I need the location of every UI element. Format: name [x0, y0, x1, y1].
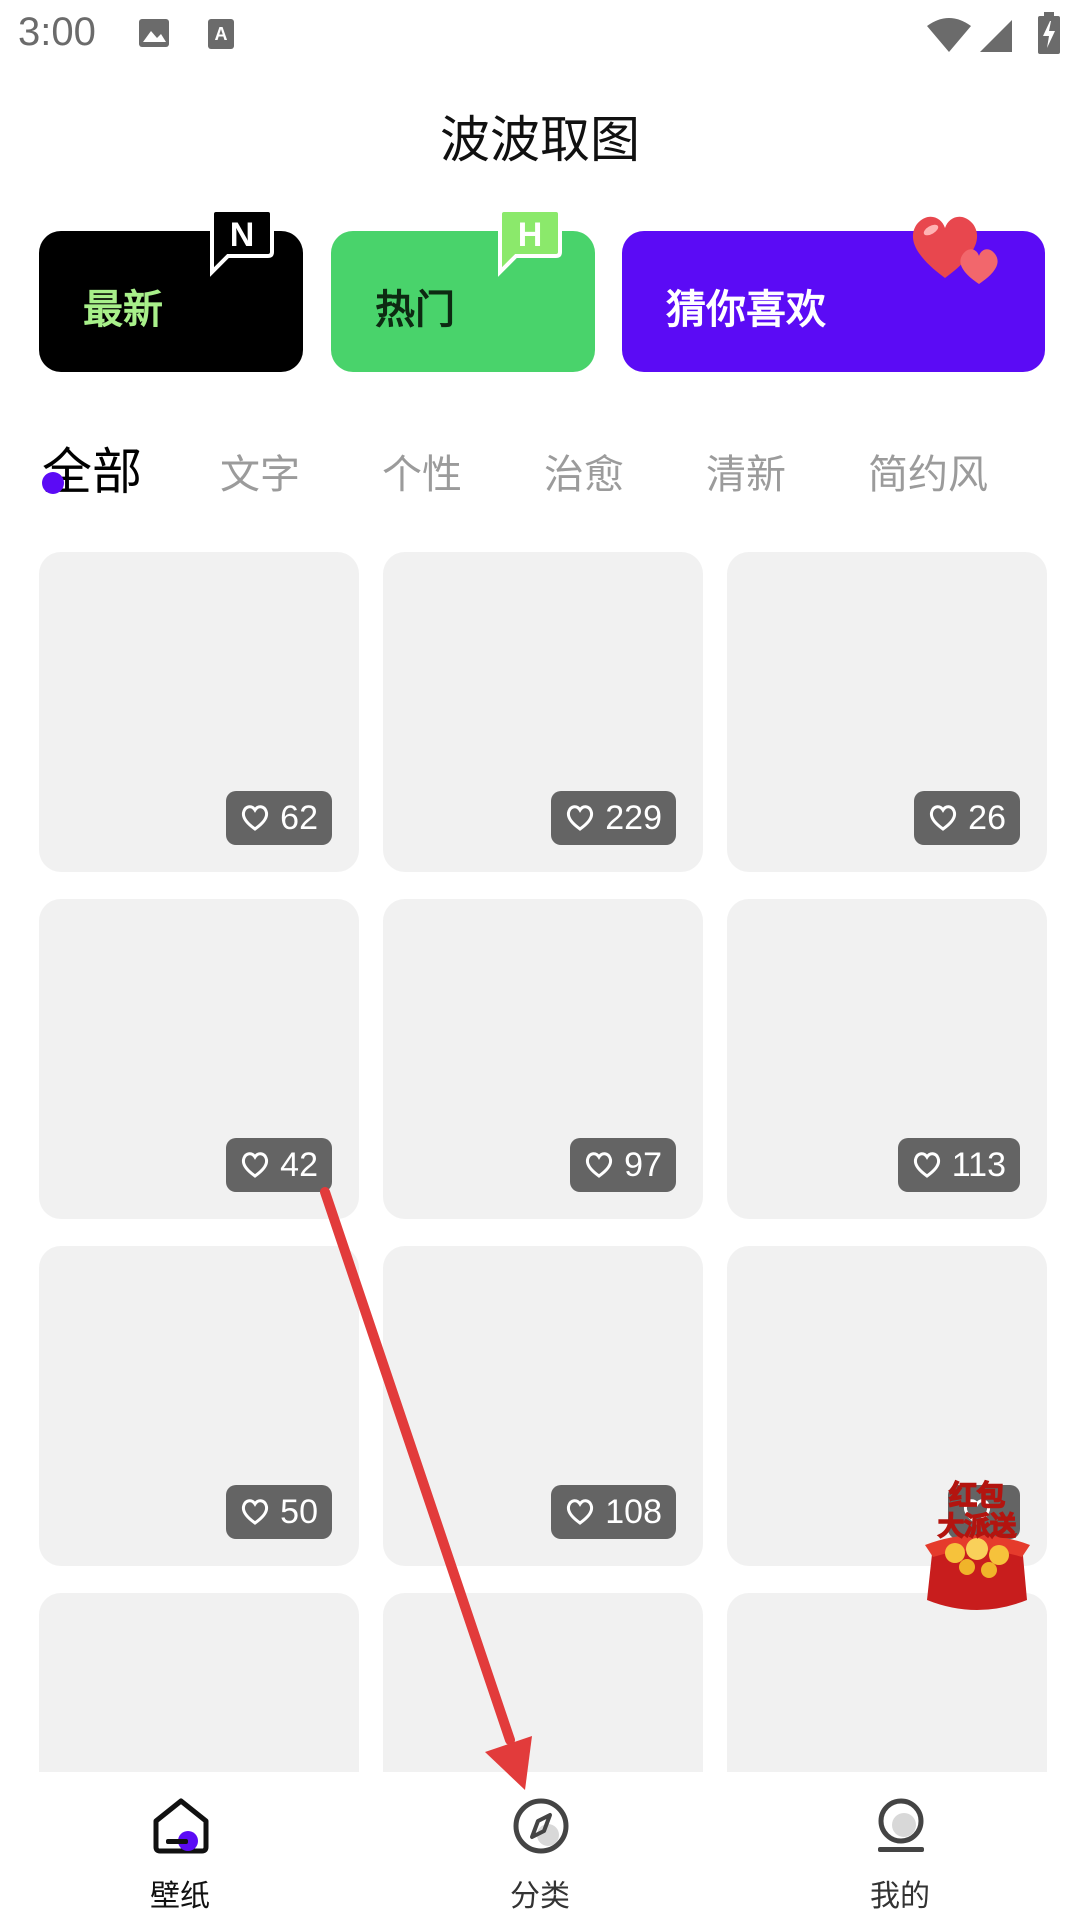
active-tab-indicator	[42, 472, 64, 494]
nav-wallpaper-label: 壁纸	[150, 1879, 210, 1914]
like-count[interactable]: 97	[570, 1138, 676, 1192]
like-count-value: 229	[605, 798, 662, 837]
nav-mine-label: 我的	[870, 1879, 930, 1914]
wallpaper-tile[interactable]: 113	[727, 899, 1047, 1219]
compass-icon	[513, 1798, 569, 1854]
battery-charging-icon	[1038, 12, 1060, 54]
wallpaper-tile[interactable]: 108	[383, 1246, 703, 1566]
wallpaper-tile[interactable]: 229	[383, 552, 703, 872]
new-badge-letter: N	[230, 216, 255, 254]
heart-outline-icon	[567, 805, 594, 831]
nav-mine[interactable]: 我的	[800, 1775, 1000, 1920]
wallpaper-tile[interactable]	[383, 1593, 703, 1772]
tab-text[interactable]: 文字	[220, 442, 300, 500]
wallpaper-tile[interactable]: 97	[383, 899, 703, 1219]
cell-signal-icon	[980, 20, 1012, 52]
new-badge-icon: N	[210, 208, 274, 277]
like-count[interactable]: 113	[897, 1138, 1020, 1192]
like-count-value: 26	[968, 798, 1006, 837]
wifi-icon	[927, 18, 971, 52]
tab-healing[interactable]: 治愈	[544, 442, 624, 500]
status-bar: 3:00 A	[0, 0, 1080, 75]
heart-outline-icon	[586, 1152, 613, 1178]
like-count[interactable]: 50	[226, 1485, 332, 1539]
like-count-value: 62	[280, 798, 318, 837]
wallpaper-tile[interactable]: 62	[39, 552, 359, 872]
nav-wallpaper[interactable]: 壁纸	[80, 1775, 280, 1920]
wallpaper-tile[interactable]: 26	[727, 552, 1047, 872]
wallpaper-tile[interactable]: 42	[39, 899, 359, 1219]
card-hot-label: 热门	[375, 287, 455, 333]
wallpaper-tile[interactable]: 50	[39, 1246, 359, 1566]
home-icon	[153, 1798, 209, 1854]
promo-line1: 红包	[949, 1479, 1005, 1512]
like-count[interactable]: 108	[551, 1485, 676, 1539]
heart-outline-icon	[242, 1152, 269, 1178]
bottom-nav: 壁纸 分类 我的	[0, 1775, 1080, 1920]
heart-outline-icon	[913, 1152, 940, 1178]
tab-fresh[interactable]: 清新	[706, 442, 786, 500]
wallpaper-tile[interactable]	[39, 1593, 359, 1772]
heart-outline-icon	[567, 1499, 594, 1525]
like-count-value: 50	[280, 1492, 318, 1531]
heart-outline-icon	[242, 805, 269, 831]
nav-category-label: 分类	[510, 1879, 570, 1914]
profile-icon	[878, 1798, 924, 1852]
like-count-value: 42	[280, 1145, 318, 1184]
like-count[interactable]: 42	[226, 1138, 332, 1192]
tab-minimal[interactable]: 简约风	[868, 442, 988, 500]
promo-line2: 大派送	[938, 1512, 1016, 1542]
hot-badge-letter: H	[518, 216, 543, 254]
svg-text:A: A	[215, 24, 228, 44]
status-time: 3:00	[18, 10, 96, 54]
heart-icon	[912, 216, 998, 284]
like-count-value: 97	[624, 1145, 662, 1184]
like-count[interactable]: 229	[551, 791, 676, 845]
hot-badge-icon: H	[498, 208, 562, 277]
image-icon	[139, 19, 169, 47]
like-count-value: 113	[951, 1145, 1006, 1184]
red-packet-promo[interactable]: 红包 大派送	[915, 1475, 1040, 1625]
nav-category[interactable]: 分类	[440, 1775, 640, 1920]
tab-personality[interactable]: 个性	[382, 442, 462, 500]
app-title: 波波取图	[440, 111, 640, 169]
like-count[interactable]: 62	[226, 791, 332, 845]
heart-outline-icon	[242, 1499, 269, 1525]
card-latest-label: 最新	[83, 287, 163, 333]
card-guess-label: 猜你喜欢	[666, 287, 826, 333]
heart-outline-icon	[930, 805, 957, 831]
category-tabs: 全部 文字 个性 治愈 清新 简约风	[0, 430, 1080, 510]
like-count[interactable]: 26	[914, 791, 1020, 845]
like-count-value: 108	[605, 1492, 662, 1531]
font-a-icon: A	[208, 19, 234, 49]
